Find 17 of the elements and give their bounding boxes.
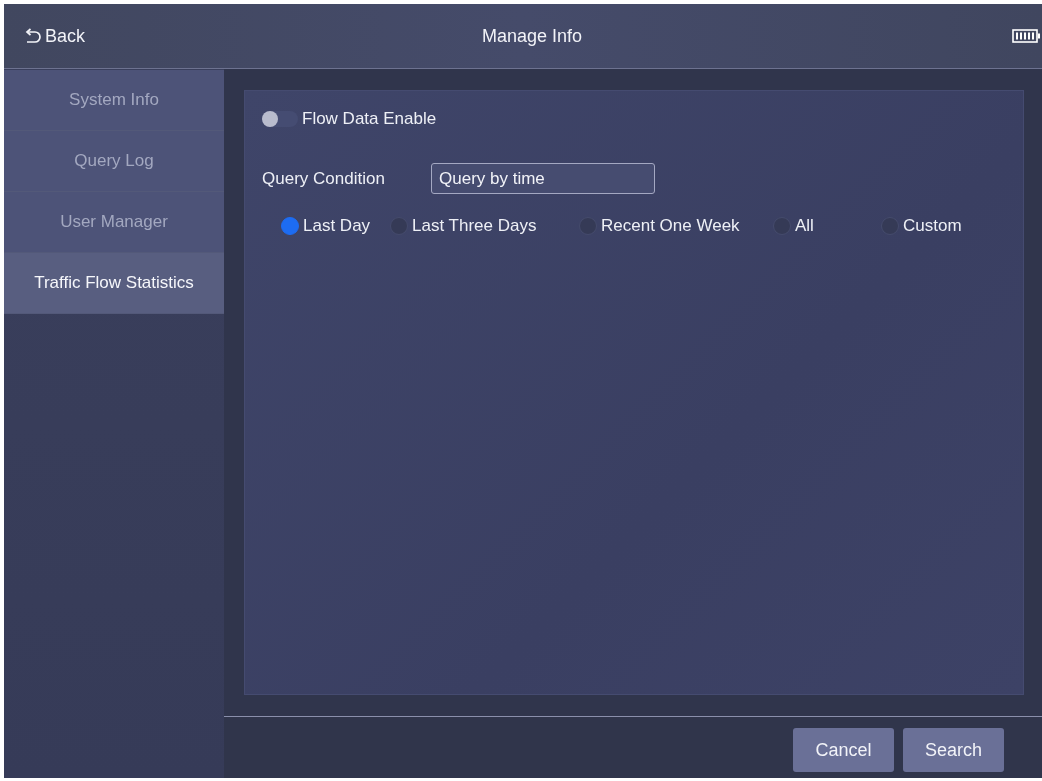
radio-button[interactable]: [281, 217, 299, 235]
cancel-button[interactable]: Cancel: [793, 728, 894, 772]
radio-label[interactable]: Last Three Days: [412, 215, 537, 237]
toggle-label: Flow Data Enable: [302, 108, 437, 130]
radio-label[interactable]: Recent One Week: [601, 215, 740, 237]
query-condition-field[interactable]: Query by time: [431, 163, 655, 194]
field-label: Query Condition: [262, 167, 386, 190]
battery-icon: [1012, 29, 1040, 43]
radio-label[interactable]: Last Day: [303, 215, 371, 237]
search-button[interactable]: Search: [903, 728, 1004, 772]
radio-label[interactable]: All: [795, 215, 814, 237]
back-button[interactable]: Back: [24, 22, 86, 50]
toggle-switch[interactable]: [262, 111, 298, 127]
page-title: Manage Info: [480, 24, 584, 48]
radio-label[interactable]: Custom: [903, 215, 962, 237]
back-arrow-icon: [24, 28, 41, 44]
sidebar-item[interactable]: Traffic Flow Statistics: [4, 253, 224, 314]
